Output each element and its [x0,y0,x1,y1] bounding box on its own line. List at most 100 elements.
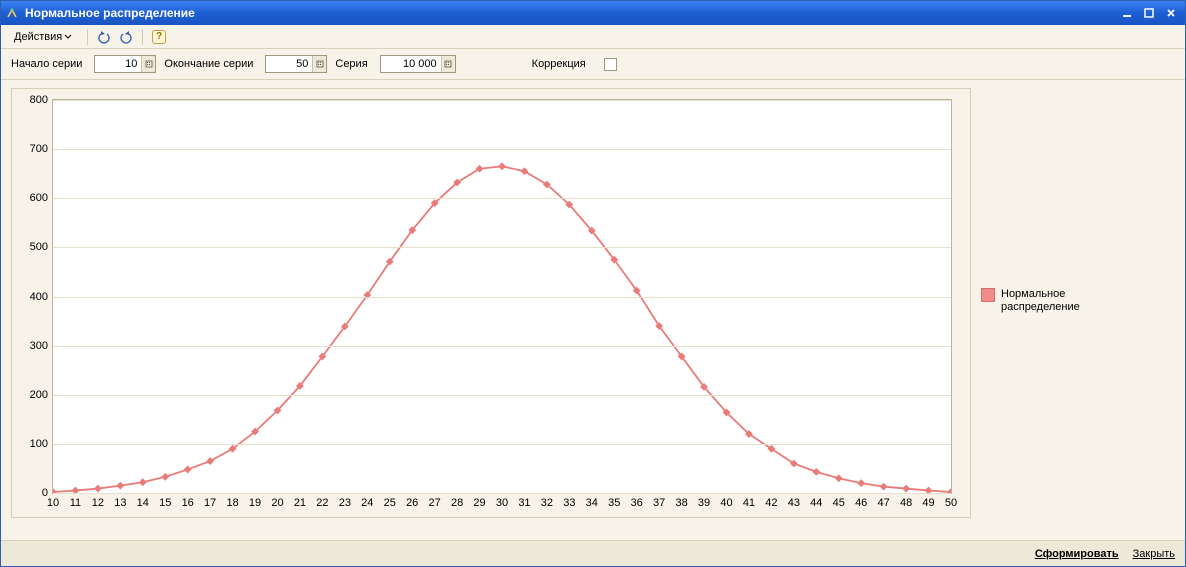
grid-line [53,149,951,150]
y-tick-label: 100 [14,438,48,450]
grid-line [53,395,951,396]
x-tick-label: 40 [720,497,732,509]
x-tick-label: 23 [339,497,351,509]
x-tick-label: 25 [384,497,396,509]
window-controls [1117,5,1181,21]
spinner-icon[interactable] [312,56,326,72]
x-tick-label: 30 [496,497,508,509]
x-tick-label: 34 [586,497,598,509]
separator [87,29,88,45]
app-icon [5,6,19,20]
x-tick-label: 17 [204,497,216,509]
y-tick-label: 700 [14,143,48,155]
x-tick-label: 27 [429,497,441,509]
x-tick-label: 43 [788,497,800,509]
maximize-button[interactable] [1139,5,1159,21]
grid-line [53,198,951,199]
x-tick-label: 28 [451,497,463,509]
y-tick-label: 200 [14,389,48,401]
spinner-icon[interactable] [141,56,155,72]
x-tick-label: 18 [226,497,238,509]
titlebar[interactable]: Нормальное распределение [1,1,1185,25]
series-start-label: Начало серии [11,58,82,70]
x-tick-label: 38 [675,497,687,509]
x-tick-label: 10 [47,497,59,509]
dropdown-icon [64,31,72,43]
x-tick-label: 31 [518,497,530,509]
help-button[interactable]: ? [151,29,167,45]
x-tick-label: 15 [159,497,171,509]
x-tick-label: 16 [182,497,194,509]
x-tick-label: 45 [833,497,845,509]
series-end-field[interactable] [265,55,327,73]
minimize-button[interactable] [1117,5,1137,21]
series-input[interactable] [381,56,441,72]
series-end-input[interactable] [266,56,312,72]
series-label: Серия [335,58,367,70]
x-tick-label: 35 [608,497,620,509]
undo-button[interactable] [96,29,112,45]
series-field[interactable] [380,55,456,73]
y-tick-label: 300 [14,340,48,352]
actions-menu-button[interactable]: Действия [7,28,79,46]
x-tick-label: 24 [361,497,373,509]
x-tick-label: 36 [631,497,643,509]
series-end-label: Окончание серии [164,58,253,70]
y-tick-label: 0 [14,487,48,499]
plot-area: 0100200300400500600700800101112131415161… [52,99,952,494]
x-tick-label: 29 [473,497,485,509]
y-tick-label: 400 [14,291,48,303]
app-window: Нормальное распределение Действия [0,0,1186,567]
y-tick-label: 600 [14,192,48,204]
grid-line [53,493,951,494]
x-tick-label: 33 [563,497,575,509]
legend-label: Нормальноераспределение [1001,288,1080,314]
correction-label: Коррекция [532,58,586,70]
x-tick-label: 21 [294,497,306,509]
x-tick-label: 47 [878,497,890,509]
x-tick-label: 19 [249,497,261,509]
x-tick-label: 11 [70,497,81,509]
x-tick-label: 49 [922,497,934,509]
x-tick-label: 50 [945,497,957,509]
legend-swatch [981,288,995,302]
x-tick-label: 46 [855,497,867,509]
legend: Нормальноераспределение [981,288,1161,314]
x-tick-label: 44 [810,497,822,509]
grid-line [53,247,951,248]
x-tick-label: 26 [406,497,418,509]
grid-line [53,444,951,445]
close-button[interactable] [1161,5,1181,21]
grid-line [53,297,951,298]
x-tick-label: 13 [114,497,126,509]
x-tick-label: 48 [900,497,912,509]
x-tick-label: 39 [698,497,710,509]
help-icon: ? [152,30,166,44]
y-tick-label: 500 [14,241,48,253]
y-tick-label: 800 [14,94,48,106]
correction-checkbox[interactable] [604,58,617,71]
window-title: Нормальное распределение [23,6,1113,20]
x-tick-label: 42 [765,497,777,509]
series-start-input[interactable] [95,56,141,72]
actions-label: Действия [14,31,62,43]
series-start-field[interactable] [94,55,156,73]
toolbar: Действия ? [1,25,1185,49]
spinner-icon[interactable] [441,56,455,72]
footer-bar: Сформировать Закрыть [1,540,1185,566]
separator [142,29,143,45]
chart-area: 0 100 200 300 400 500 600 700 800 10 11 12 13 14 15 16 1… [1,80,1185,540]
grid-line [53,346,951,347]
x-tick-label: 32 [541,497,553,509]
parameters-bar: Начало серии Окончание серии Серия Корре… [1,49,1185,80]
grid-line [53,100,951,101]
x-tick-label: 12 [92,497,104,509]
close-link[interactable]: Закрыть [1133,548,1175,560]
x-tick-label: 14 [137,497,149,509]
x-tick-label: 22 [316,497,328,509]
x-tick-label: 41 [743,497,755,509]
chart-wrapper: 0 100 200 300 400 500 600 700 800 10 11 12 13 14 15 16 1… [11,88,971,518]
redo-button[interactable] [118,29,134,45]
generate-button[interactable]: Сформировать [1035,548,1119,560]
x-tick-label: 20 [271,497,283,509]
